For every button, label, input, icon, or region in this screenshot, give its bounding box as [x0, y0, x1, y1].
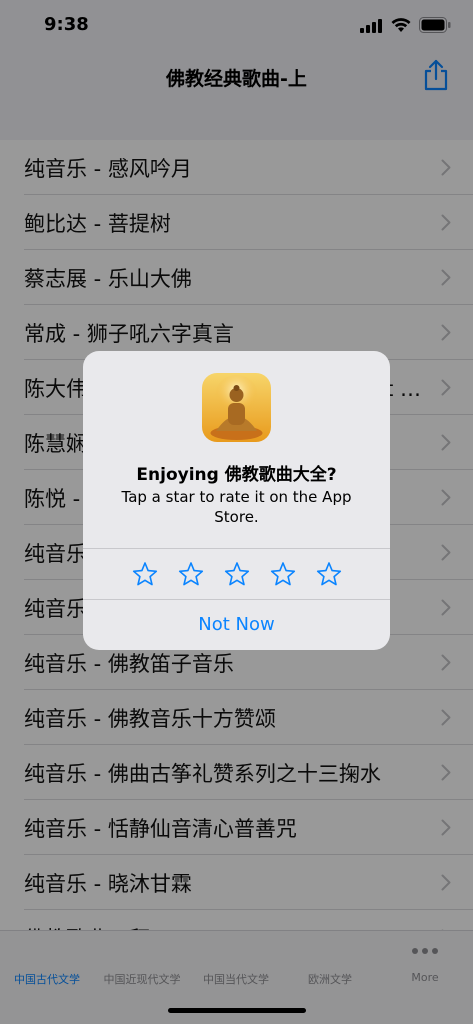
alert-message: Tap a star to rate it on the App Store. [121, 488, 352, 526]
star-4-icon[interactable] [270, 561, 296, 587]
alert-divider [83, 548, 390, 549]
star-1-icon[interactable] [132, 561, 158, 587]
rating-alert: Enjoying 佛教歌曲大全? Tap a star to rate it o… [83, 351, 390, 650]
buddha-app-icon [202, 373, 271, 442]
star-rating [83, 555, 390, 595]
alert-title: Enjoying 佛教歌曲大全? [136, 465, 337, 485]
star-3-icon[interactable] [224, 561, 250, 587]
not-now-button[interactable]: Not Now [83, 600, 390, 650]
star-5-icon[interactable] [316, 561, 342, 587]
home-indicator [168, 1008, 306, 1013]
star-2-icon[interactable] [178, 561, 204, 587]
